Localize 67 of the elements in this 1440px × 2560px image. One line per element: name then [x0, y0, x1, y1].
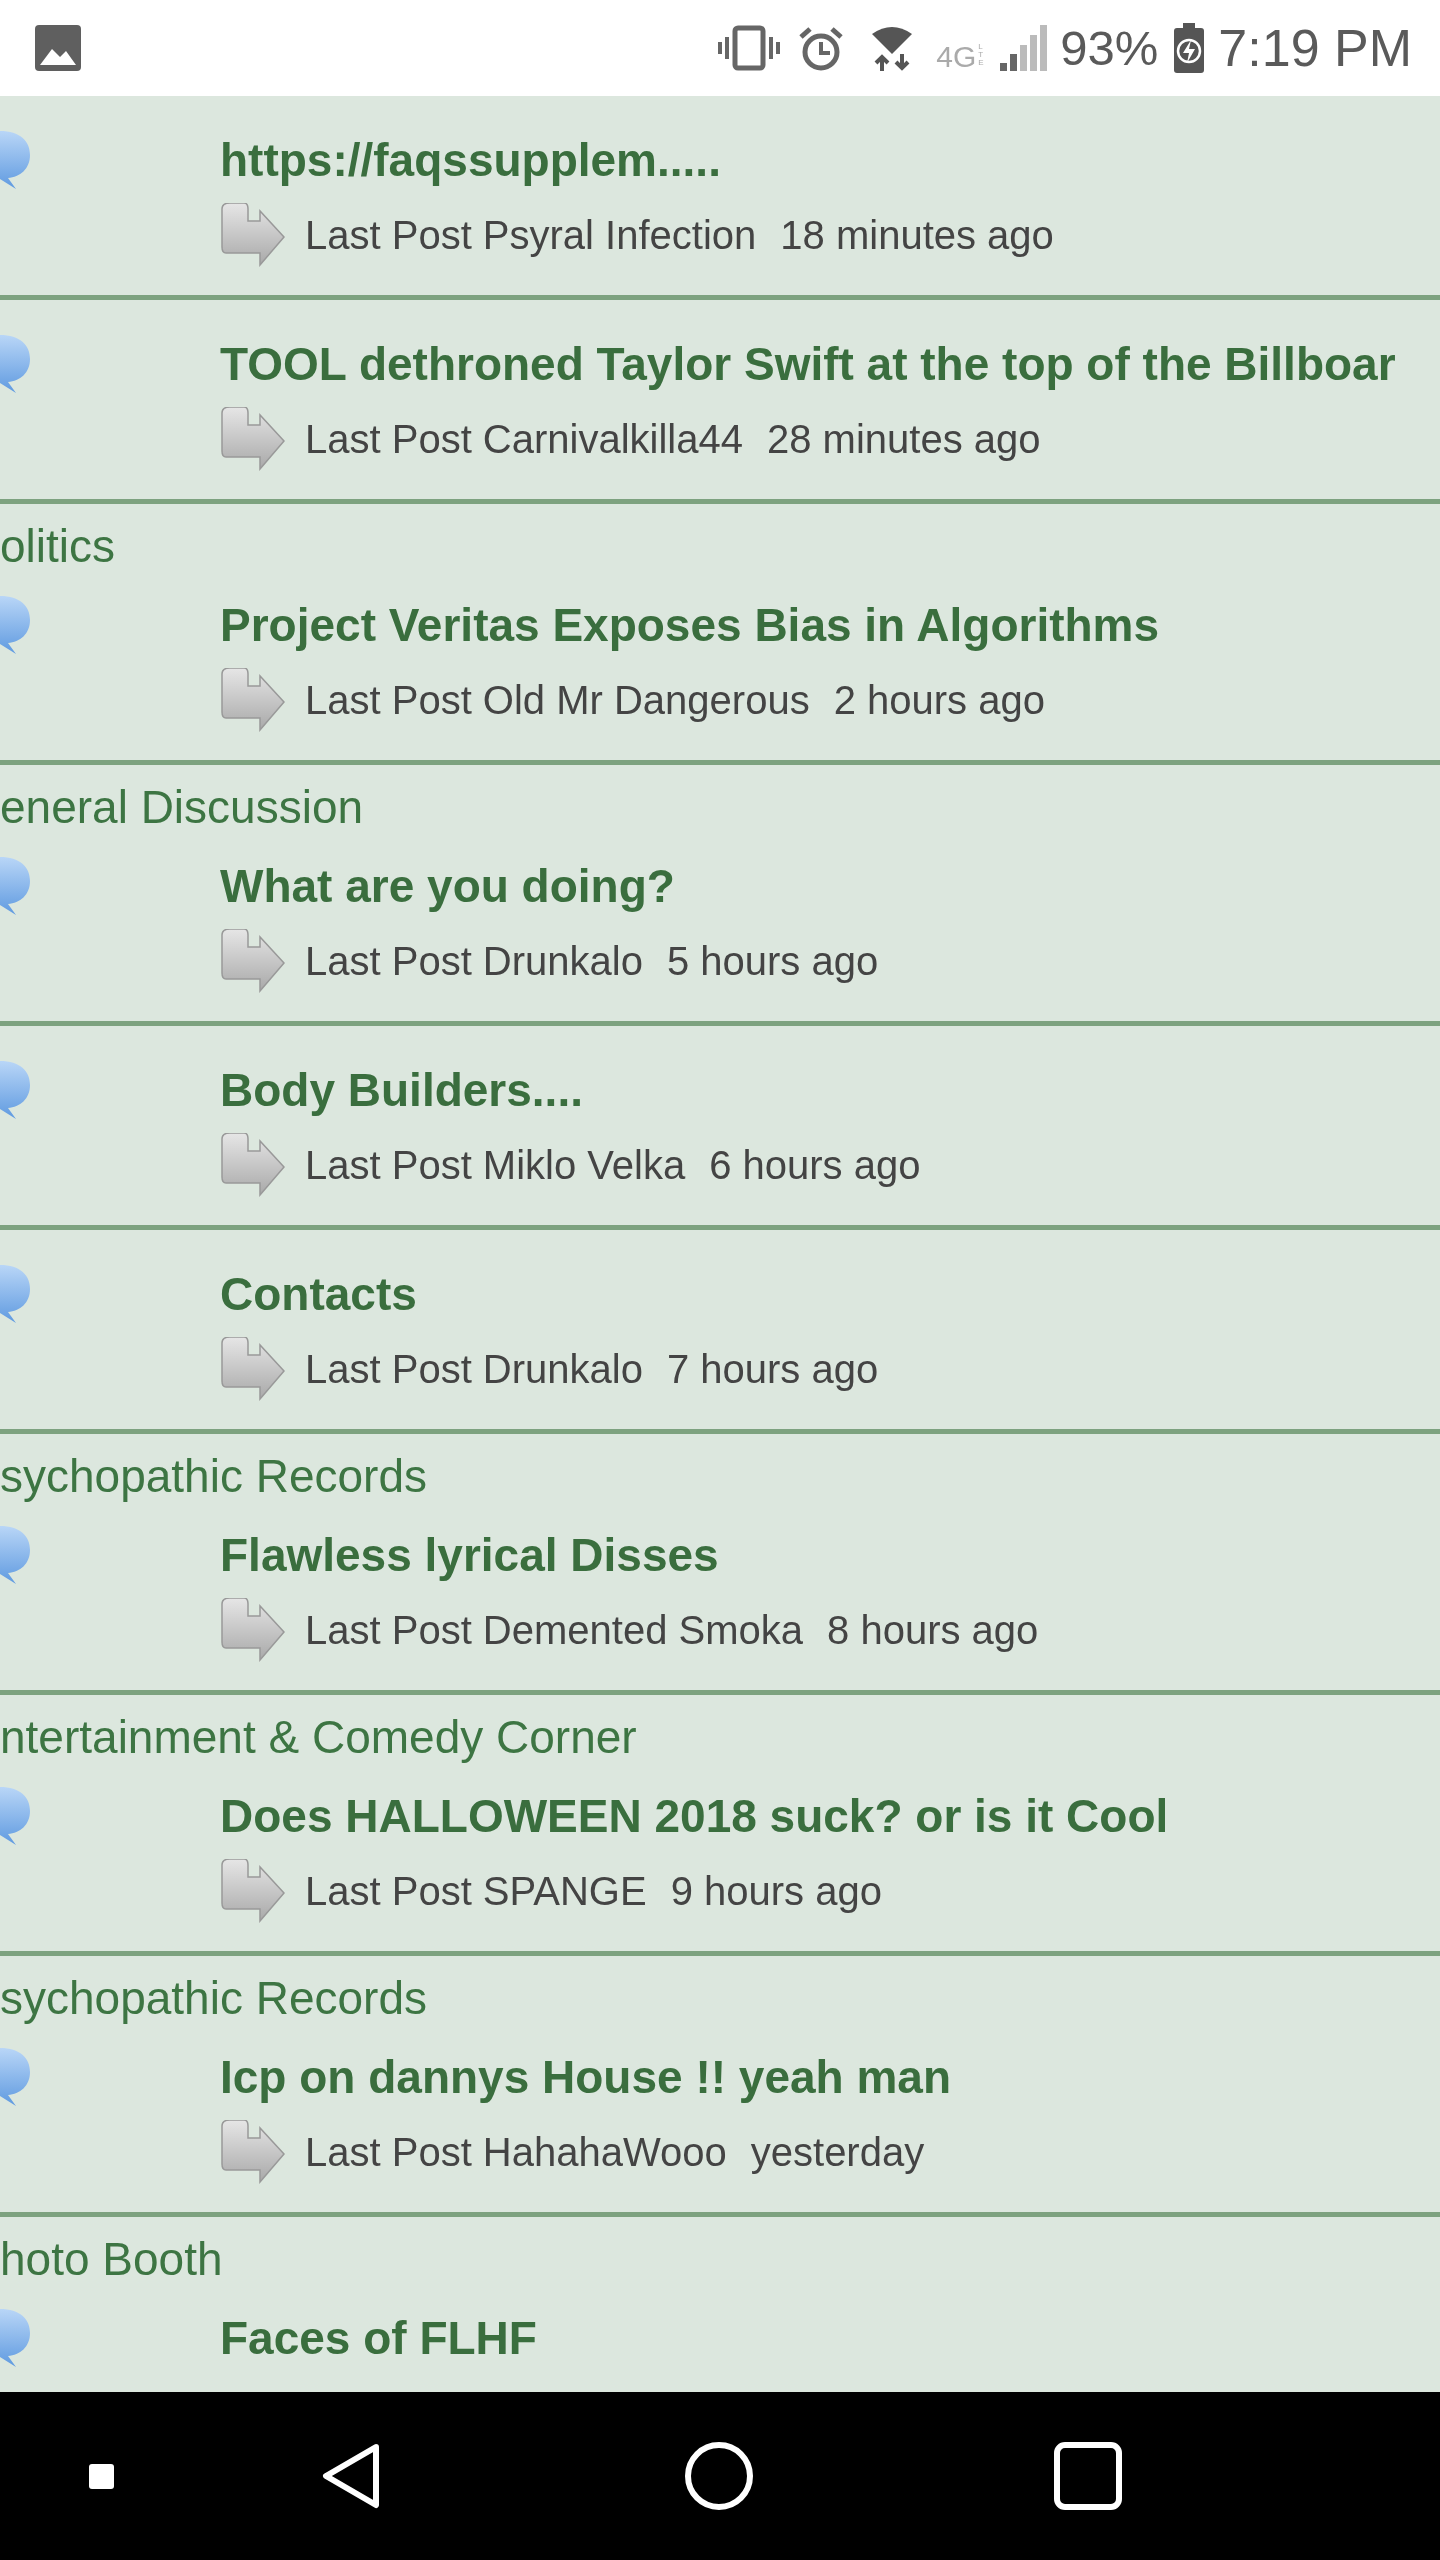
- topic-title[interactable]: Body Builders....: [220, 1050, 583, 1130]
- speech-bubble-icon: [0, 1785, 30, 1847]
- speech-bubble-icon: [0, 594, 30, 656]
- topic-title[interactable]: Icp on dannys House !! yeah man: [220, 2037, 952, 2117]
- vibrate-icon: [718, 25, 781, 71]
- topic-title[interactable]: Project Veritas Exposes Bias in Algorithms: [220, 585, 1160, 665]
- image-icon: [35, 25, 81, 71]
- speech-bubble-icon: [0, 855, 30, 917]
- topic-title[interactable]: Flawless lyrical Disses: [220, 1515, 719, 1595]
- wifi-icon: [870, 25, 915, 71]
- back-icon[interactable]: [321, 2442, 381, 2510]
- arrow-icon[interactable]: [220, 1598, 286, 1662]
- speech-bubble-icon: [0, 129, 30, 191]
- post-time: 2 hours ago: [833, 677, 1045, 723]
- speech-bubble-icon: [0, 333, 30, 395]
- last-post-text: Last Post Carnivalkilla44: [305, 416, 743, 462]
- home-icon[interactable]: [685, 2442, 753, 2510]
- network-type: 4G: [936, 42, 977, 72]
- speech-bubble-icon: [0, 1263, 30, 1325]
- clock-time: 7:19 PM: [1218, 18, 1412, 78]
- post-time: 5 hours ago: [666, 938, 879, 984]
- post-time: 28 minutes ago: [767, 416, 1041, 462]
- square-icon[interactable]: [89, 2463, 114, 2489]
- category-link[interactable]: olitics: [0, 516, 116, 576]
- network-subtype: LTE: [978, 43, 985, 67]
- last-post-text: Last Post Drunkalo: [305, 938, 643, 984]
- battery-percent: 93%: [1060, 20, 1159, 76]
- topic-title[interactable]: Contacts: [220, 1254, 417, 1334]
- topic-title[interactable]: Does HALLOWEEN 2018 suck? or is it Cool: [220, 1776, 1169, 1856]
- topic-title[interactable]: What are you doing?: [220, 846, 675, 926]
- arrow-icon[interactable]: [220, 929, 286, 993]
- post-time: 9 hours ago: [670, 1868, 882, 1914]
- last-post-text: Last Post Old Mr Dangerous: [305, 677, 810, 723]
- recents-icon[interactable]: [1054, 2442, 1122, 2510]
- last-post-text: Last Post SPANGE: [305, 1868, 647, 1914]
- speech-bubble-icon: [0, 2046, 30, 2108]
- last-post-text: Last Post Miklo Velka: [305, 1142, 686, 1188]
- category-link[interactable]: sychopathic Records: [0, 1446, 427, 1506]
- last-post-text: Last Post Drunkalo: [305, 1346, 643, 1392]
- last-post-text: Last Post HahahaWooo: [305, 2129, 727, 2175]
- arrow-icon[interactable]: [220, 1859, 286, 1923]
- arrow-icon[interactable]: [220, 668, 286, 732]
- category-link[interactable]: sychopathic Records: [0, 1968, 427, 2028]
- battery-charging-icon: [1172, 23, 1207, 73]
- category-link[interactable]: ntertainment & Comedy Corner: [0, 1707, 637, 1767]
- topic-title[interactable]: TOOL dethroned Taylor Swift at the top of the Billboar: [220, 324, 1396, 404]
- last-post-text: Last Post Demented Smoka: [305, 1607, 804, 1653]
- post-time: 8 hours ago: [827, 1607, 1039, 1653]
- post-time: 6 hours ago: [709, 1142, 921, 1188]
- post-time: 18 minutes ago: [780, 212, 1054, 258]
- last-post-text: Last Post Psyral Infection: [305, 212, 757, 258]
- post-time: yesterday: [750, 2129, 925, 2175]
- category-link[interactable]: hoto Booth: [0, 2229, 223, 2289]
- speech-bubble-icon: [0, 1059, 30, 1121]
- arrow-icon[interactable]: [220, 1337, 286, 1401]
- topic-title[interactable]: https://faqssupplem.....: [220, 120, 721, 200]
- alarm-clock-icon: [798, 25, 845, 71]
- arrow-icon[interactable]: [220, 2120, 286, 2184]
- arrow-icon[interactable]: [220, 1133, 286, 1197]
- arrow-icon[interactable]: [220, 203, 286, 267]
- arrow-icon[interactable]: [220, 407, 286, 471]
- category-link[interactable]: eneral Discussion: [0, 777, 364, 837]
- post-time: 7 hours ago: [666, 1346, 879, 1392]
- speech-bubble-icon: [0, 1524, 30, 1586]
- speech-bubble-icon: [0, 2307, 30, 2369]
- signal-icon: [1000, 25, 1049, 71]
- topic-title[interactable]: Faces of FLHF: [220, 2298, 537, 2378]
